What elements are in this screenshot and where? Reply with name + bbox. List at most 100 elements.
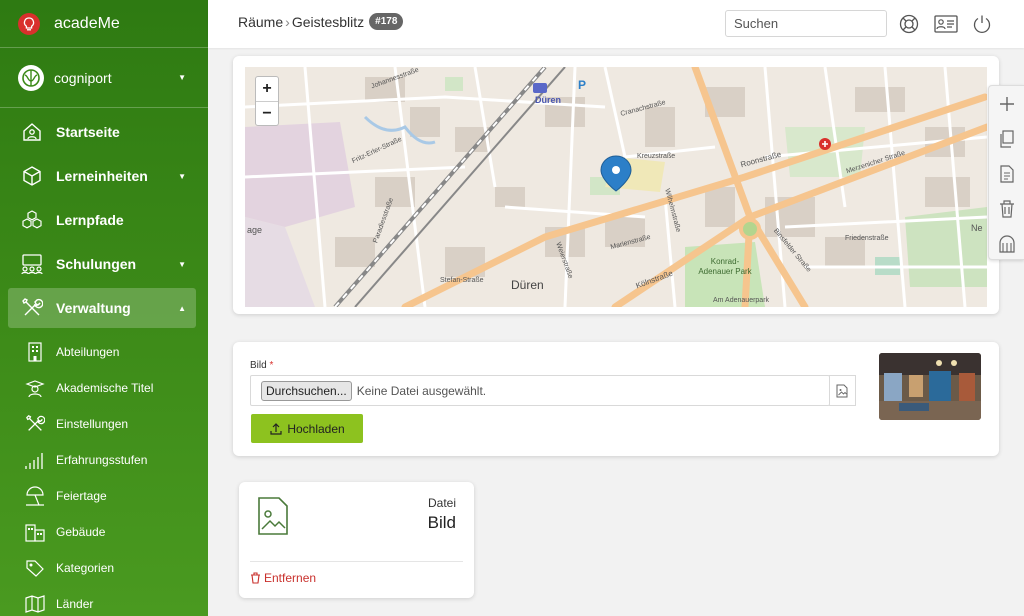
image-label-text: Bild [250,360,267,371]
breadcrumb-parent[interactable]: Räume [238,14,283,30]
map-label: Stefan-Straße [440,277,484,284]
signal-bars-icon [24,449,46,471]
tools-icon [24,413,46,435]
subnav-abteilungen[interactable]: Abteilungen [0,334,208,370]
upload-icon [270,422,282,435]
map-label: P [578,78,587,92]
subnav-label: Gebäude [56,525,106,539]
top-bar: Räume › Geistesblitz #178 [208,0,1024,48]
org-name: cogniport [54,69,112,86]
copy-icon[interactable] [989,121,1024,156]
subnav-label: Akademische Titel [56,381,154,395]
subnav-label: Feiertage [56,489,107,503]
nav-label: Schulungen [56,256,137,272]
power-icon[interactable] [971,13,993,35]
building-icon [24,341,46,363]
breadcrumb-separator-icon: › [285,13,290,30]
map-card: + − Düren Düren Kölnstraße Konrad-Adenau… [233,56,999,314]
file-input[interactable]: Durchsuchen... Keine Datei ausgewählt. [250,375,830,406]
floating-toolbar [988,85,1024,260]
add-icon[interactable] [989,86,1024,121]
cube-icon [20,164,44,188]
chevron-down-icon: ▼ [178,73,186,82]
trash-icon [251,572,260,584]
home-icon [20,120,44,144]
subnav-erfahrungsstufen[interactable]: Erfahrungsstufen [0,442,208,478]
upload-label: Hochladen [287,421,345,436]
nav-label: Startseite [56,124,120,140]
nav-schulungen[interactable]: Schulungen ▼ [0,242,208,286]
nav-label: Lerneinheiten [56,168,148,184]
nav-verwaltung[interactable]: Verwaltung ▲ [8,288,196,328]
brand[interactable]: acadeMe [0,0,208,48]
nav-label: Verwaltung [56,300,131,316]
image-file-icon [257,496,289,541]
chevron-down-icon: ▼ [178,171,186,181]
nav-lernpfade[interactable]: Lernpfade [0,198,208,242]
nav-lerneinheiten[interactable]: Lerneinheiten ▼ [0,154,208,198]
subnav-einstellungen[interactable]: Einstellungen [0,406,208,442]
image-thumbnail [879,353,981,420]
trash-icon[interactable] [989,191,1024,226]
map-label: Düren [535,95,562,105]
map-label: age [247,225,263,235]
remove-label: Entfernen [264,571,317,585]
id-badge: #178 [369,13,404,30]
search-input[interactable] [725,10,887,37]
zoom-control: + − [255,76,279,126]
cubes-icon [20,208,44,232]
classroom-icon [20,252,44,276]
location-map[interactable]: + − Düren Düren Kölnstraße Konrad-Adenau… [245,67,987,307]
chevron-up-icon: ▲ [178,303,186,313]
map-label: Friedenstraße [845,235,889,242]
required-mark: * [269,360,274,371]
subnav-laender[interactable]: Länder [0,586,208,616]
file-name: Bild [427,513,456,532]
map-label: Am Adenauerpark [713,297,770,304]
subnav-label: Kategorien [56,561,115,575]
app-name: acadeMe [54,14,120,32]
buildings-icon [24,521,46,543]
subnav-label: Abteilungen [56,345,120,359]
file-status: Keine Datei ausgewählt. [356,383,487,398]
org-switcher[interactable]: cogniport ▼ [0,48,208,108]
map-icon [24,593,46,615]
sidebar: acadeMe cogniport ▼ Startseite Lerneinhe… [0,0,208,616]
map-tiles [245,67,987,307]
subnav-gebaeude[interactable]: Gebäude [0,514,208,550]
breadcrumb: Räume › Geistesblitz #178 [238,13,404,30]
lifebuoy-icon[interactable] [898,13,920,35]
subnav-label: Einstellungen [56,417,129,431]
upload-button[interactable]: Hochladen [251,414,363,443]
subnav-feiertage[interactable]: Feiertage [0,478,208,514]
subnav-akademische-titel[interactable]: Akademische Titel [0,370,208,406]
subnav-label: Länder [56,597,94,611]
browse-button[interactable]: Durchsuchen... [261,380,352,401]
file-kind: Datei [427,496,456,510]
graduate-icon [24,377,46,399]
tools-icon [20,296,44,320]
image-field-label: Bild * [250,360,273,371]
nav-startseite[interactable]: Startseite [0,110,208,154]
id-card-icon[interactable] [933,13,959,35]
remove-button[interactable]: Entfernen [250,571,316,585]
zoom-out-button[interactable]: − [256,101,278,125]
breadcrumb-current: Geistesblitz [291,13,365,30]
bulb-icon [18,12,40,35]
archive-icon[interactable] [989,226,1024,261]
beach-umbrella-icon [24,485,46,507]
document-icon[interactable] [989,156,1024,191]
map-label: Kreuzstraße [637,153,676,160]
subnav-kategorien[interactable]: Kategorien [0,550,208,586]
nav-label: Lernpfade [56,212,124,228]
divider [250,561,463,562]
org-logo-icon [18,64,44,91]
map-label: Ne [971,223,983,233]
zoom-in-button[interactable]: + [256,77,278,101]
tag-icon [24,557,46,579]
chevron-down-icon: ▼ [178,259,186,269]
file-image-icon [829,375,856,406]
map-label: Konrad-Adenauer Park [698,257,752,276]
map-label: Düren [511,278,544,292]
image-upload-card: Bild * Durchsuchen... Keine Datei ausgew… [233,342,999,456]
